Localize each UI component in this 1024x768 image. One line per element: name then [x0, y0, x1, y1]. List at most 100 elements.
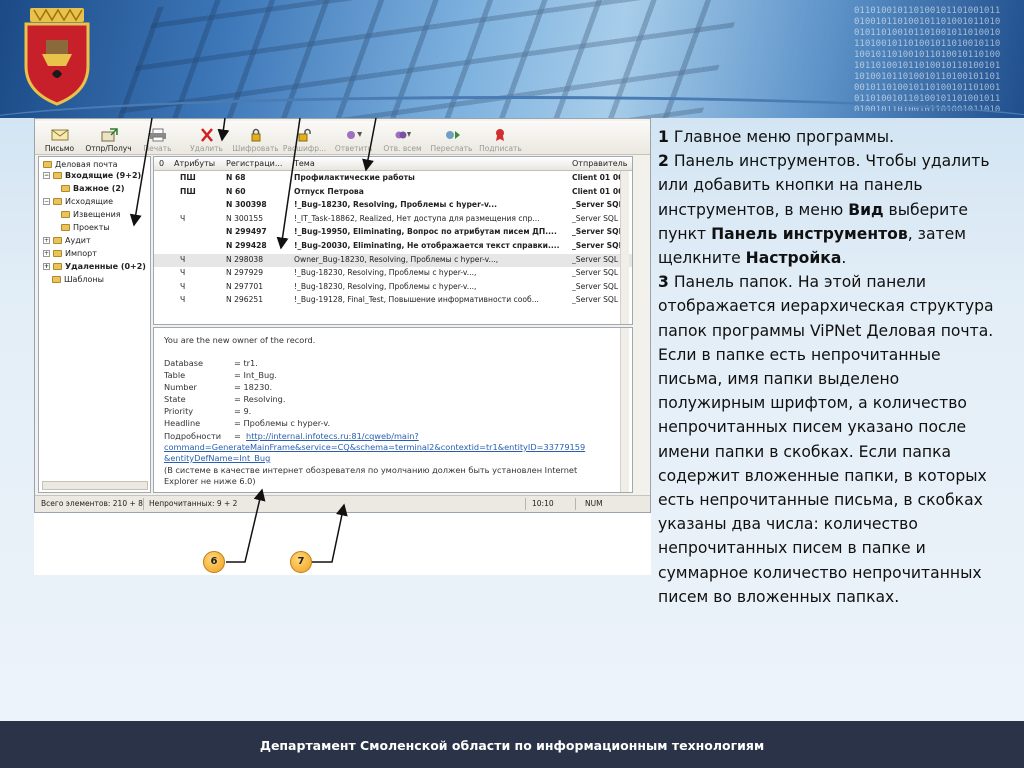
print-button[interactable]: Печать	[133, 121, 182, 155]
unlock-icon	[298, 128, 311, 142]
message-row[interactable]: N 299428 !_Bug-20030, Eliminating, Не ото…	[154, 240, 632, 253]
decrypt-button[interactable]: Расшифр...	[280, 121, 329, 155]
paragraph-number: 3	[658, 273, 669, 292]
preview-field-key: State	[164, 394, 186, 404]
message-attributes: Ч	[180, 254, 186, 264]
folder-import[interactable]: + Импорт	[43, 249, 97, 258]
message-attributes: Ч	[180, 295, 186, 305]
folder-notices[interactable]: Извещения	[61, 210, 121, 219]
forward-button[interactable]: Переслать	[427, 121, 476, 155]
folder-outgoing[interactable]: − Исходящие	[43, 197, 113, 206]
collapse-icon[interactable]: −	[43, 172, 50, 179]
expand-icon[interactable]: +	[43, 250, 50, 257]
message-registration: N 60	[226, 186, 246, 196]
sign-button[interactable]: Подписать	[476, 121, 525, 155]
paragraph-text: Главное меню программы.	[668, 128, 895, 146]
explanation-paragraph: 2 Панель инструментов. Чтобы удалить или…	[658, 149, 1008, 270]
message-sender: Client 01 001	[572, 173, 626, 182]
lock-icon	[251, 128, 260, 142]
callout-badge-7: 7	[290, 551, 312, 573]
reply-button[interactable]: Ответить	[329, 121, 378, 155]
folder-templates[interactable]: Шаблоны	[52, 275, 104, 284]
message-row[interactable]: Ч N 300155 !_IT_Task-18862, Realized, Нет …	[154, 213, 632, 226]
footer-bar: Департамент Смоленской области по информ…	[0, 721, 1024, 768]
details-link-line3[interactable]: &entityDefName=Int_Bug	[164, 453, 270, 463]
collapse-icon[interactable]: −	[43, 198, 50, 205]
folder-label: Удаленные (0+2)	[65, 262, 146, 271]
explanation-paragraph: 1 Главное меню программы.	[658, 125, 1008, 149]
paragraph-number: 2	[658, 152, 669, 171]
message-row[interactable]: N 300398 !_Bug-18230, Resolving, Проблемы…	[154, 199, 632, 212]
encrypt-button[interactable]: Шифровать	[231, 121, 280, 155]
folder-important[interactable]: Важное (2)	[61, 184, 125, 193]
folder-icon	[61, 211, 70, 218]
send-receive-button[interactable]: Отпр/Получ	[84, 121, 133, 155]
folder-label: Шаблоны	[64, 275, 104, 284]
preview-field-value: = Int_Bug.	[234, 370, 277, 380]
callout-badge-6: 6	[203, 551, 225, 573]
message-row[interactable]: Ч N 298038 Owner_Bug-18230, Resolving, Про…	[154, 253, 632, 267]
status-total: Всего элементов: 210 + 8	[41, 499, 143, 508]
preview-field-key: Headline	[164, 418, 201, 428]
folder-business-mail[interactable]: Деловая почта	[43, 160, 118, 169]
folder-label: Импорт	[65, 249, 97, 258]
message-attributes: Ч	[180, 213, 186, 223]
details-link-line1[interactable]: http://internal.infotecs.ru:81/cqweb/mai…	[246, 431, 419, 441]
preview-scrollbar[interactable]	[620, 328, 629, 492]
message-subject: Отпуск Петрова	[294, 186, 364, 196]
folder-label: Проекты	[73, 223, 110, 232]
preview-field-key: Table	[164, 370, 186, 380]
paragraph-text: Панель папок. На этой панели отображаетс…	[658, 273, 994, 340]
folder-icon	[61, 224, 70, 231]
message-row[interactable]: Ч N 297701 !_Bug-18230, Resolving, Проблем…	[154, 281, 632, 294]
folder-icon	[53, 237, 62, 244]
column-attachment[interactable]: 0	[159, 159, 164, 168]
message-subject: Профилактические работы	[294, 173, 415, 182]
screenshot-panel: Письмо Отпр/Получ Печать Удалить Шифрова…	[34, 118, 651, 575]
message-row[interactable]: Ч N 297929 !_Bug-18230, Resolving, Проблем…	[154, 267, 632, 280]
forward-icon	[445, 131, 460, 139]
forward-button-label: Переслать	[430, 144, 473, 153]
details-label: Подробности	[164, 431, 222, 441]
message-sender: _Server SQL 01 1	[572, 281, 626, 291]
details-link-line2[interactable]: command=GenerateMainFrame&service=CQ&sch…	[164, 442, 585, 452]
folder-inbox[interactable]: − Входящие (9+2)	[43, 171, 141, 180]
printer-icon	[149, 128, 166, 142]
expand-icon[interactable]: +	[43, 263, 50, 270]
column-sender[interactable]: Отправитель	[572, 159, 628, 168]
emphasized-text: Панель инструментов	[711, 224, 908, 243]
letter-button[interactable]: Письмо	[35, 121, 84, 155]
message-row[interactable]: Ч N 296251 !_Bug-19128, Final_Test, Повыше…	[154, 294, 632, 307]
message-row[interactable]: ПШ N 60 Отпуск Петрова Client 01 001	[154, 186, 632, 199]
message-subject: !_Bug-19950, Eliminating, Вопрос по атри…	[294, 227, 557, 237]
sign-ribbon-icon	[495, 129, 504, 141]
message-row[interactable]: N 299497 !_Bug-19950, Eliminating, Вопрос…	[154, 226, 632, 239]
preview-field-value: = 18230.	[234, 382, 273, 392]
message-subject: !_Bug-18230, Resolving, Проблемы с hyper…	[294, 281, 477, 291]
delete-button[interactable]: Удалить	[182, 121, 231, 155]
message-row[interactable]: ПШ N 68 Профилактические работы Client 01 0…	[154, 172, 632, 185]
reply-all-button-label: Отв. всем	[383, 144, 422, 153]
column-registration[interactable]: Регистраци...	[226, 159, 282, 168]
message-sender: _Server SQL 01 1	[572, 213, 626, 223]
folder-drafts[interactable]: Проекты	[61, 223, 110, 232]
message-sender: _Server SQL 01 1	[572, 295, 626, 305]
expand-icon[interactable]: +	[43, 237, 50, 244]
folder-horizontal-scrollbar[interactable]	[42, 481, 148, 490]
folder-audit[interactable]: + Аудит	[43, 236, 91, 245]
print-button-label: Печать	[143, 144, 172, 153]
folder-deleted[interactable]: + Удаленные (0+2)	[43, 262, 146, 271]
status-separator	[143, 498, 144, 510]
explanation-text: 1 Главное меню программы. 2 Панель инстру…	[658, 125, 1008, 609]
explanation-paragraph: Если в папке есть непрочитанные письма, …	[658, 343, 1008, 609]
message-list-scrollbar[interactable]	[620, 171, 629, 324]
emphasized-text: Настройка	[745, 249, 842, 268]
details-equals: =	[234, 431, 241, 441]
preview-field-value: = tr1.	[234, 358, 258, 368]
reply-all-button[interactable]: Отв. всем	[378, 121, 427, 155]
column-subject[interactable]: Тема	[294, 159, 315, 168]
message-list: 0 Атрибуты Регистраци... Тема Отправител…	[153, 156, 633, 325]
binary-digits-decoration: 0110100101101001011010010110100101101001…	[854, 6, 1001, 111]
status-bar: Всего элементов: 210 + 8 Непрочитанных: …	[35, 495, 650, 512]
column-attributes[interactable]: Атрибуты	[174, 159, 215, 168]
